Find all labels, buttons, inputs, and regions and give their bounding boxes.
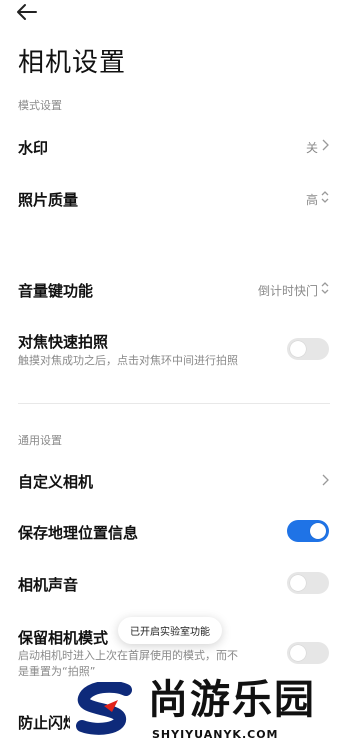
watermark-logo-icon: [76, 682, 132, 735]
focus-shoot-toggle[interactable]: [287, 338, 329, 360]
focus-shoot-description: 触摸对焦成功之后，点击对焦环中间进行拍照: [18, 354, 238, 367]
watermark-row[interactable]: [0, 128, 354, 168]
watermark-label: 水印: [18, 139, 49, 157]
camera-sound-label: 相机声音: [18, 576, 79, 594]
watermark-value: 关: [305, 141, 318, 155]
up-down-chevron-icon: [321, 191, 329, 203]
anti-flicker-label: 防止闪烁: [18, 714, 79, 732]
toggle-knob: [290, 575, 306, 591]
save-location-label: 保存地理位置信息: [18, 524, 139, 542]
keep-mode-label: 保留相机模式: [18, 629, 109, 647]
photo-quality-label: 照片质量: [18, 191, 79, 209]
toggle-knob: [290, 645, 306, 661]
keep-mode-description-line1: 启动相机时进入上次在首屏使用的模式，而不: [18, 649, 238, 662]
arrow-left-icon[interactable]: [14, 2, 40, 22]
toast-message: 已开启实验室功能: [118, 617, 222, 644]
volume-key-value: 倒计时快门: [257, 284, 318, 298]
toggle-knob: [310, 523, 326, 539]
up-down-chevron-icon: [321, 282, 329, 294]
section-header-mode: 模式设置: [18, 99, 62, 112]
page-title: 相机设置: [18, 48, 127, 78]
photo-quality-value: 高: [305, 193, 318, 207]
chevron-right-icon: [322, 139, 329, 151]
chevron-right-icon: [322, 474, 329, 486]
divider: [18, 403, 330, 404]
keep-mode-toggle[interactable]: [287, 642, 329, 664]
site-watermark: 尚游乐园 SHYIYUANYK.COM: [70, 676, 354, 746]
focus-shoot-label: 对焦快速拍照: [18, 333, 109, 351]
toggle-knob: [290, 341, 306, 357]
camera-sound-toggle[interactable]: [287, 572, 329, 594]
watermark-brand-text: 尚游乐园: [148, 677, 316, 723]
custom-camera-label: 自定义相机: [18, 473, 94, 491]
volume-key-label: 音量键功能: [18, 282, 94, 300]
watermark-url-text: SHYIYUANYK.COM: [152, 728, 279, 741]
section-header-general: 通用设置: [18, 434, 62, 447]
save-location-toggle[interactable]: [287, 520, 329, 542]
